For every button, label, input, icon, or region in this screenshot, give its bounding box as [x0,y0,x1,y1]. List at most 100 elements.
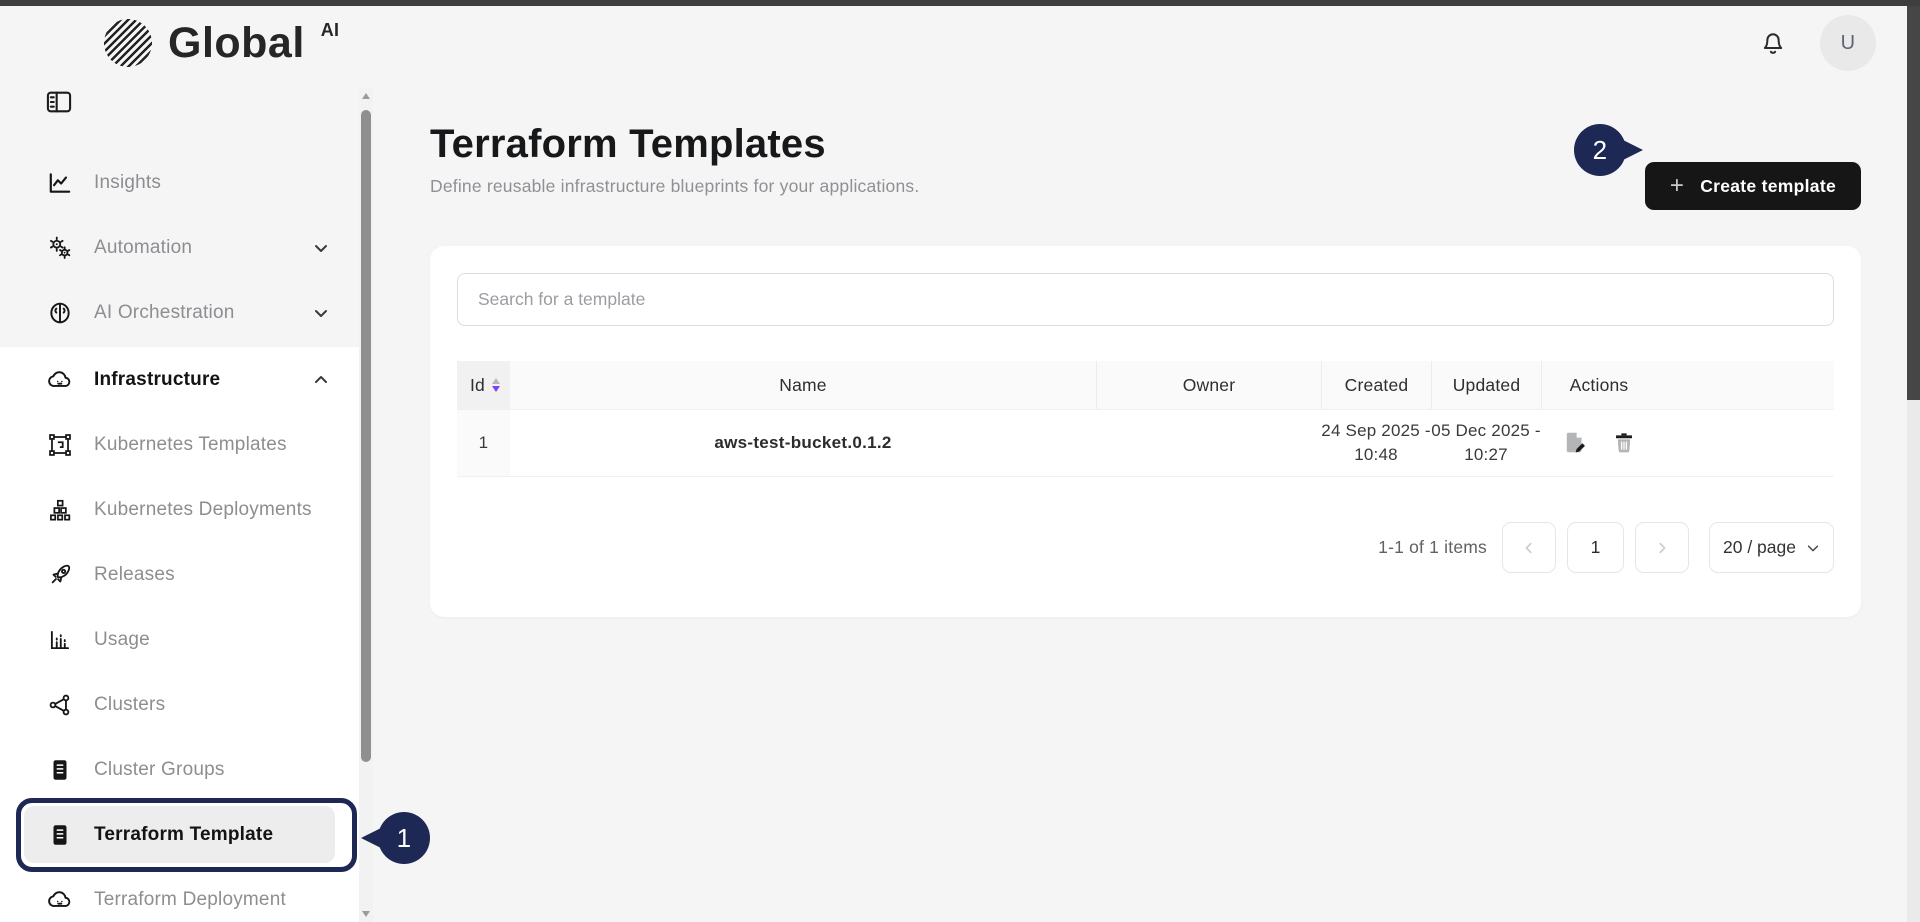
pagination-summary: 1-1 of 1 items [1378,537,1487,558]
next-page-button[interactable] [1635,522,1689,573]
sort-icon[interactable] [492,378,500,392]
page-size-value: 20 / page [1723,537,1796,558]
table-header-row: Id Name Owner Created Updated Actions [457,361,1834,410]
annotation-tail-right [1623,140,1643,160]
page-scrollbar-thumb[interactable] [1907,6,1920,400]
sort-asc-caret-icon [492,378,500,384]
column-header-id[interactable]: Id [457,361,510,409]
sidebar-item-label: Kubernetes Deployments [94,499,312,521]
chevron-right-icon [1655,541,1669,555]
edit-template-button[interactable] [1562,430,1588,456]
cell-created: 24 Sep 2025 - 10:48 [1321,410,1431,476]
column-header-owner: Owner [1096,361,1321,409]
notifications-bell-icon[interactable] [1758,28,1788,58]
page-size-select[interactable]: 20 / page [1709,522,1834,573]
avatar-initial: U [1841,32,1856,55]
app-body: Insights Automation [0,80,1920,922]
app-window: Global AI U [0,0,1920,922]
sidebar-item-label: Terraform Template [94,824,273,846]
annotation-tail-left [361,828,381,848]
sidebar-nav-top: Insights Automation [0,150,359,345]
cell-actions [1541,410,1656,476]
user-avatar[interactable]: U [1820,15,1876,71]
plus-icon: + [1670,174,1684,198]
trash-icon [1612,431,1636,455]
sidebar-item-usage[interactable]: Usage [0,607,359,672]
sidebar-item-label: Kubernetes Templates [94,434,287,456]
sidebar-item-label: Cluster Groups [94,759,225,781]
notebook-icon [46,757,74,783]
sidebar-item-label: Releases [94,564,175,586]
delete-template-button[interactable] [1612,431,1636,455]
bar-chart-icon [46,627,74,653]
chevron-up-icon [313,372,329,388]
logo[interactable]: Global AI [104,19,339,67]
sidebar-item-automation[interactable]: Automation [0,215,359,280]
cell-owner [1096,410,1321,476]
sidebar-item-clusters[interactable]: Clusters [0,672,359,737]
column-header-actions: Actions [1541,361,1656,409]
sidebar-scrollbar[interactable] [359,88,373,922]
sidebar-item-infrastructure[interactable]: Infrastructure [0,347,359,412]
sidebar-infrastructure-group: Infrastructure Kubernetes Te [0,347,359,922]
create-template-button[interactable]: + Create template [1645,162,1861,210]
current-page-button[interactable]: 1 [1567,522,1624,573]
cloud-icon [46,887,74,913]
edit-file-pencil-icon [1562,430,1588,456]
updated-time: 10:27 [1464,443,1508,467]
gears-icon [46,235,74,261]
annotation-step1-number: 1 [397,823,412,854]
sidebar-item-releases[interactable]: Releases [0,542,359,607]
sidebar-item-label: Terraform Deployment [94,889,286,911]
search-input[interactable] [457,273,1834,326]
previous-page-button[interactable] [1502,522,1556,573]
chevron-left-icon [1522,541,1536,555]
sidebar-item-label: Insights [94,172,161,194]
page-title: Terraform Templates [430,120,919,168]
sidebar-item-label: Clusters [94,694,165,716]
rocket-icon [46,562,74,588]
annotation-step2-number: 2 [1593,135,1608,166]
page-scrollbar[interactable] [1907,6,1920,922]
column-header-label: Id [470,375,485,396]
sidebar-item-kubernetes-templates[interactable]: Kubernetes Templates [0,412,359,477]
logo-superscript: AI [321,20,339,41]
sidebar-item-terraform-template[interactable]: Terraform Template [24,806,335,863]
brain-icon [46,300,74,326]
sidebar-item-kubernetes-deployments[interactable]: Kubernetes Deployments [0,477,359,542]
logo-globe-icon [104,19,152,67]
pagination: 1-1 of 1 items 1 20 / page [457,522,1834,573]
sidebar: Insights Automation [0,80,373,922]
main-content: Terraform Templates Define reusable infr… [373,80,1920,922]
window-top-border [0,0,1920,6]
template-frame-icon [46,432,74,458]
sort-desc-caret-icon [492,386,500,392]
header-right: U [1758,15,1876,71]
sidebar-item-label: Automation [94,237,192,259]
annotation-step2-badge: 2 [1574,124,1626,176]
sidebar-item-ai-orchestration[interactable]: AI Orchestration [0,280,359,345]
page-title-block: Terraform Templates Define reusable infr… [430,120,919,210]
chevron-down-icon [313,305,329,321]
sidebar-item-label: AI Orchestration [94,302,234,324]
column-header-updated: Updated [1431,361,1541,409]
updated-date: 05 Dec 2025 - [1431,419,1540,443]
chevron-down-icon [1806,541,1820,555]
logo-text: Global [168,19,305,67]
cell-id: 1 [457,410,510,476]
sidebar-toggle-button[interactable] [42,88,76,119]
sidebar-item-terraform-deployment[interactable]: Terraform Deployment [0,867,359,922]
blocks-icon [46,497,74,523]
cell-updated: 05 Dec 2025 - 10:27 [1431,410,1541,476]
scroll-up-arrow-icon[interactable] [362,93,370,99]
column-header-created: Created [1321,361,1431,409]
annotation-step1-badge: 1 [378,812,430,864]
page-head: Terraform Templates Define reusable infr… [430,120,1861,210]
sidebar-item-insights[interactable]: Insights [0,150,359,215]
scroll-down-arrow-icon[interactable] [362,911,370,917]
templates-table: Id Name Owner Created Updated Actions [457,361,1834,477]
created-time: 10:48 [1354,443,1398,467]
sidebar-scrollbar-thumb[interactable] [361,110,371,762]
sidebar-item-cluster-groups[interactable]: Cluster Groups [0,737,359,802]
line-chart-icon [46,170,74,196]
